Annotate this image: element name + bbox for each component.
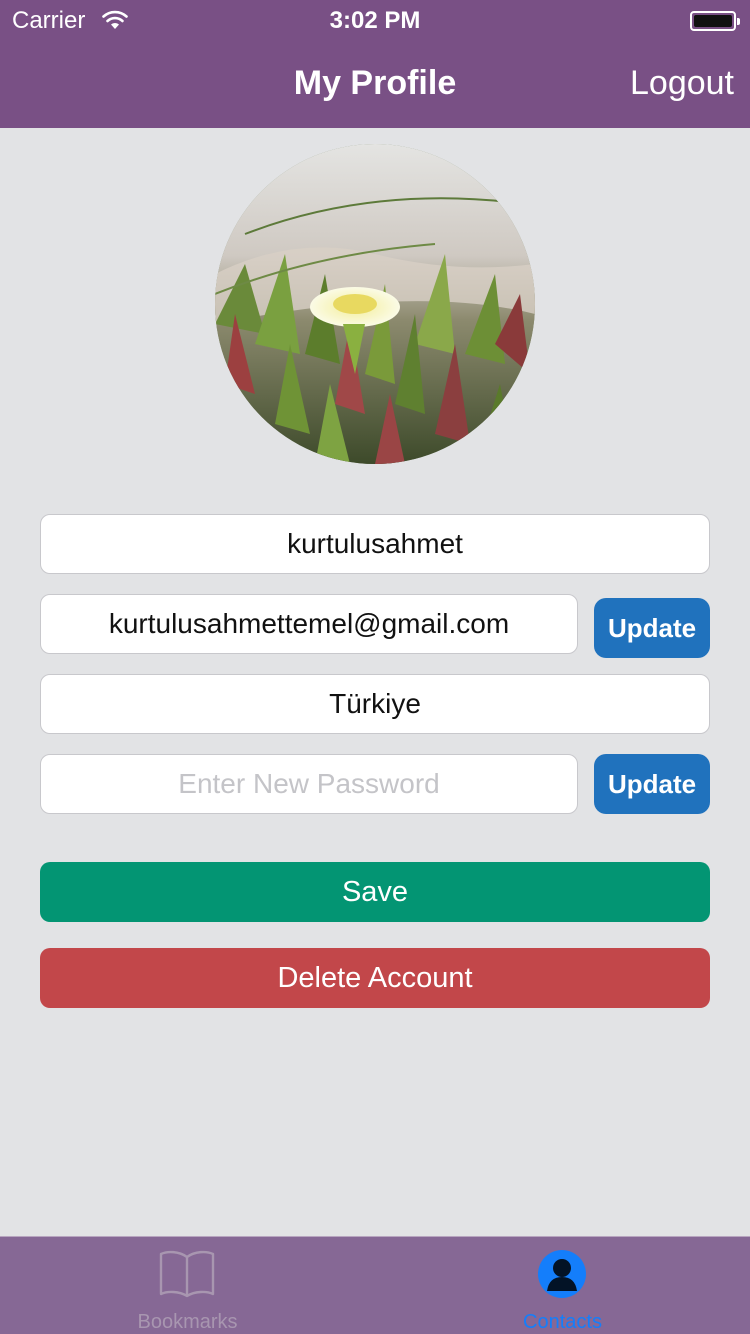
battery-icon <box>690 11 740 31</box>
update-password-button[interactable]: Update <box>594 754 710 814</box>
country-field[interactable] <box>40 674 710 734</box>
profile-avatar[interactable] <box>215 144 535 464</box>
contact-icon <box>538 1250 586 1298</box>
logout-button[interactable]: Logout <box>630 64 734 103</box>
book-icon <box>159 1250 215 1298</box>
tab-bookmarks[interactable]: Bookmarks <box>0 1237 375 1334</box>
update-email-button[interactable]: Update <box>594 598 710 658</box>
new-password-field[interactable] <box>40 754 578 814</box>
profile-photo-flower-icon <box>215 144 535 464</box>
tab-label-contacts: Contacts <box>523 1311 602 1333</box>
email-field[interactable] <box>40 594 578 654</box>
username-field[interactable] <box>40 514 710 574</box>
status-bar: Carrier 3:02 PM <box>0 0 750 40</box>
tab-contacts[interactable]: Contacts <box>375 1237 750 1334</box>
tab-bar: Bookmarks Contacts <box>0 1236 750 1334</box>
tab-label-bookmarks: Bookmarks <box>137 1311 238 1333</box>
status-time: 3:02 PM <box>329 7 421 34</box>
save-button[interactable]: Save <box>40 862 710 922</box>
delete-account-button[interactable]: Delete Account <box>40 948 710 1008</box>
navigation-bar: Carrier 3:02 PM My Profile Logout <box>0 0 750 128</box>
